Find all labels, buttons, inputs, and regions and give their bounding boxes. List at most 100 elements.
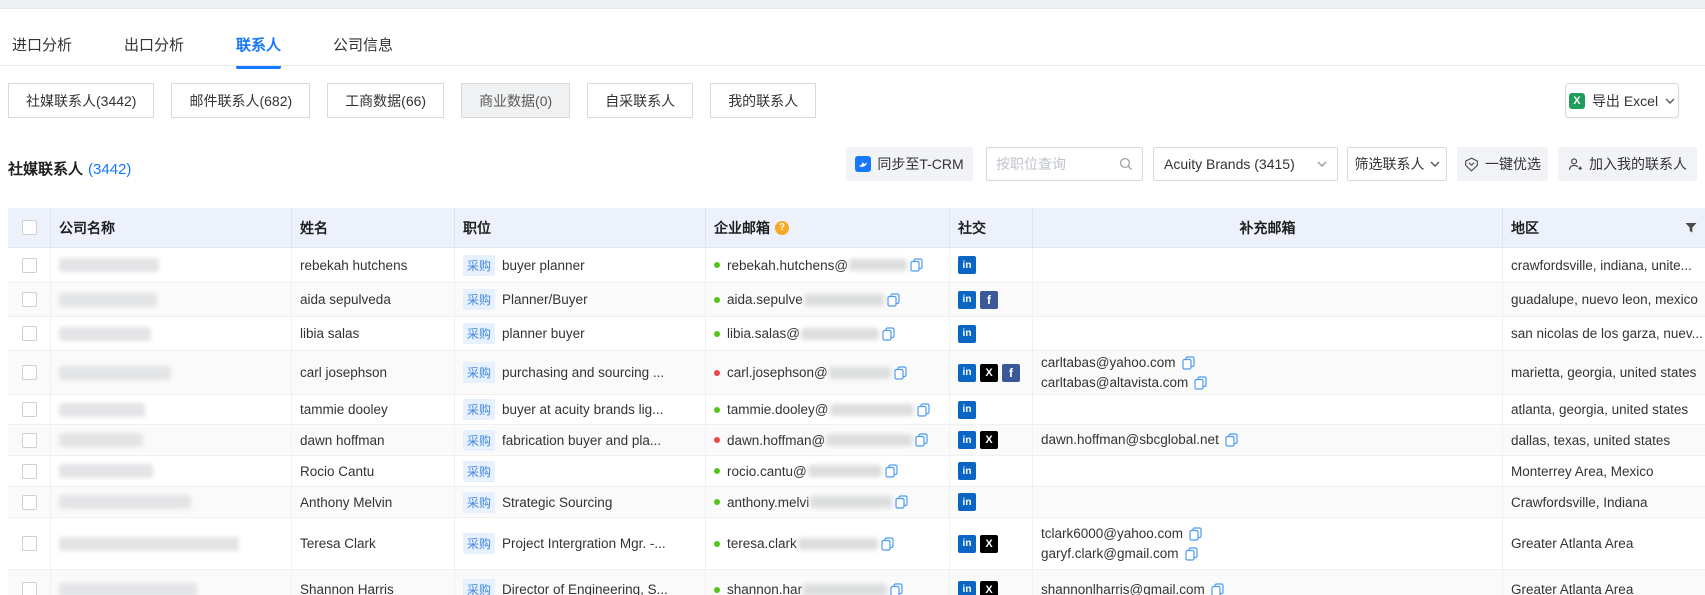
linkedin-icon[interactable]: in bbox=[958, 493, 976, 511]
section-title: 社媒联系人(3442) bbox=[8, 158, 131, 179]
search-icon[interactable] bbox=[1119, 157, 1133, 171]
x-twitter-icon[interactable]: X bbox=[980, 581, 998, 595]
one-click-optimize-button[interactable]: 一键优选 bbox=[1457, 147, 1548, 181]
extra-email: dawn.hoffman@sbcglobal.net bbox=[1041, 430, 1219, 450]
row-checkbox[interactable] bbox=[22, 464, 37, 479]
row-checkbox[interactable] bbox=[22, 365, 37, 380]
row-checkbox[interactable] bbox=[22, 402, 37, 417]
linkedin-icon[interactable]: in bbox=[958, 581, 976, 595]
copy-icon[interactable] bbox=[1211, 583, 1224, 595]
row-checkbox[interactable] bbox=[22, 495, 37, 510]
filter-self-collected[interactable]: 自采联系人 bbox=[587, 83, 693, 118]
email-status-dot bbox=[714, 407, 720, 413]
filter-contacts-button[interactable]: 筛选联系人 bbox=[1347, 147, 1447, 181]
linkedin-icon[interactable]: in bbox=[958, 431, 976, 449]
contact-name: Teresa Clark bbox=[300, 536, 376, 551]
linkedin-icon[interactable]: in bbox=[958, 325, 976, 343]
row-checkbox[interactable] bbox=[22, 258, 37, 273]
procurement-tag: 采购 bbox=[463, 430, 495, 451]
procurement-tag: 采购 bbox=[463, 289, 495, 310]
position-search-input[interactable] bbox=[996, 156, 1106, 172]
contact-name: dawn hoffman bbox=[300, 433, 385, 448]
redacted-company-name bbox=[59, 495, 191, 509]
extra-email: shannonlharris@gmail.com bbox=[1041, 580, 1205, 595]
linkedin-icon[interactable]: in bbox=[958, 256, 976, 274]
region: dallas, texas, united states bbox=[1511, 433, 1670, 448]
row-checkbox[interactable] bbox=[22, 433, 37, 448]
copy-icon[interactable] bbox=[917, 403, 930, 417]
redacted-company-name bbox=[59, 433, 143, 447]
job-title: Project Intergration Mgr. -... bbox=[502, 536, 666, 551]
copy-icon[interactable] bbox=[882, 327, 895, 341]
row-checkbox[interactable] bbox=[22, 326, 37, 341]
company-email: libia.salas@ bbox=[727, 326, 800, 341]
filter-funnel-icon[interactable] bbox=[1685, 222, 1697, 234]
filter-email-contacts[interactable]: 邮件联系人(682) bbox=[171, 83, 310, 118]
copy-icon[interactable] bbox=[895, 495, 908, 509]
sync-tcrm-label: 同步至T-CRM bbox=[877, 154, 963, 174]
linkedin-icon[interactable]: in bbox=[958, 401, 976, 419]
redacted-email-domain bbox=[810, 496, 892, 508]
copy-icon[interactable] bbox=[1182, 356, 1195, 370]
copy-icon[interactable] bbox=[1194, 376, 1207, 390]
email-status-dot bbox=[714, 437, 720, 443]
redacted-email-domain bbox=[801, 328, 879, 340]
contact-source-filters: 社媒联系人(3442) 邮件联系人(682) 工商数据(66) 商业数据(0) … bbox=[8, 83, 816, 118]
linkedin-icon[interactable]: in bbox=[958, 364, 976, 382]
copy-icon[interactable] bbox=[1225, 433, 1238, 447]
tab-export-analysis[interactable]: 出口分析 bbox=[124, 34, 184, 57]
header-email: 企业邮箱? bbox=[706, 208, 950, 247]
copy-icon[interactable] bbox=[887, 293, 900, 307]
copy-icon[interactable] bbox=[910, 258, 923, 272]
tab-contacts[interactable]: 联系人 bbox=[236, 34, 281, 57]
contact-name: carl josephson bbox=[300, 365, 387, 380]
redacted-company-name bbox=[59, 537, 239, 551]
one-click-optimize-icon bbox=[1464, 157, 1479, 172]
linkedin-icon[interactable]: in bbox=[958, 462, 976, 480]
x-twitter-icon[interactable]: X bbox=[980, 364, 998, 382]
row-checkbox[interactable] bbox=[22, 292, 37, 307]
x-twitter-icon[interactable]: X bbox=[980, 535, 998, 553]
person-plus-icon bbox=[1568, 157, 1583, 172]
facebook-icon[interactable]: f bbox=[980, 291, 998, 309]
x-twitter-icon[interactable]: X bbox=[980, 431, 998, 449]
copy-icon[interactable] bbox=[890, 583, 903, 595]
redacted-email-domain bbox=[849, 259, 907, 271]
filter-social-contacts[interactable]: 社媒联系人(3442) bbox=[8, 83, 154, 118]
select-all-checkbox[interactable] bbox=[22, 220, 37, 235]
linkedin-icon[interactable]: in bbox=[958, 291, 976, 309]
extra-email: tclark6000@yahoo.com bbox=[1041, 524, 1183, 544]
copy-icon[interactable] bbox=[915, 433, 928, 447]
tab-import-analysis[interactable]: 进口分析 bbox=[12, 34, 72, 57]
add-to-my-contacts-button[interactable]: 加入我的联系人 bbox=[1558, 147, 1697, 181]
row-checkbox[interactable] bbox=[22, 536, 37, 551]
copy-icon[interactable] bbox=[885, 464, 898, 478]
filter-business-registry[interactable]: 工商数据(66) bbox=[327, 83, 444, 118]
sync-tcrm-button[interactable]: 同步至T-CRM bbox=[846, 147, 973, 181]
copy-icon[interactable] bbox=[1185, 547, 1198, 561]
copy-icon[interactable] bbox=[881, 537, 894, 551]
facebook-icon[interactable]: f bbox=[1002, 364, 1020, 382]
email-status-dot bbox=[714, 541, 720, 547]
email-status-dot bbox=[714, 331, 720, 337]
company-select[interactable]: Acuity Brands (3415) bbox=[1153, 147, 1338, 181]
filter-commercial-data[interactable]: 商业数据(0) bbox=[461, 83, 570, 118]
email-status-dot bbox=[714, 587, 720, 593]
linkedin-icon[interactable]: in bbox=[958, 535, 976, 553]
redacted-company-name bbox=[59, 403, 145, 417]
table-row: tammie dooley 采购buyer at acuity brands l… bbox=[8, 395, 1705, 425]
table-row: rebekah hutchens 采购buyer planner rebekah… bbox=[8, 248, 1705, 283]
row-checkbox[interactable] bbox=[22, 582, 37, 595]
job-title: fabrication buyer and pla... bbox=[502, 433, 661, 448]
help-icon[interactable]: ? bbox=[775, 221, 789, 235]
header-company: 公司名称 bbox=[51, 208, 292, 247]
contact-name: rebekah hutchens bbox=[300, 258, 407, 273]
tab-company-info[interactable]: 公司信息 bbox=[333, 34, 393, 57]
job-title: buyer planner bbox=[502, 258, 585, 273]
export-excel-button[interactable]: X 导出 Excel bbox=[1565, 83, 1679, 118]
region: atlanta, georgia, united states bbox=[1511, 402, 1688, 417]
copy-icon[interactable] bbox=[1189, 527, 1202, 541]
filter-my-contacts[interactable]: 我的联系人 bbox=[710, 83, 816, 118]
export-excel-label: 导出 Excel bbox=[1592, 91, 1658, 111]
copy-icon[interactable] bbox=[894, 366, 907, 380]
